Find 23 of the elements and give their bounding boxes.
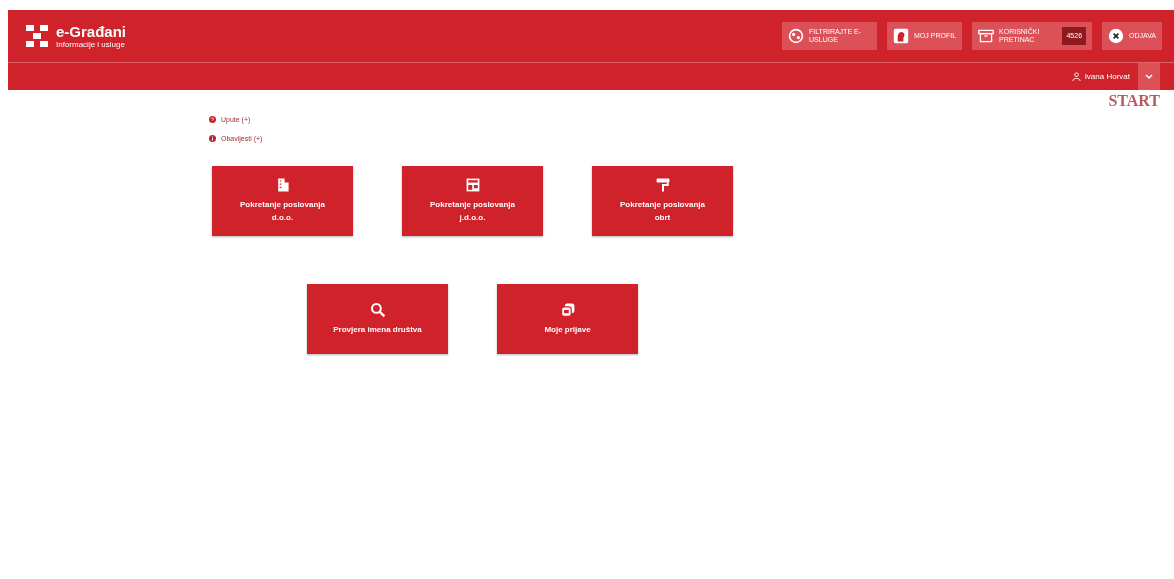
service-tile[interactable]: Provjera imena društva bbox=[307, 284, 448, 354]
service-tile[interactable]: Pokretanje poslovanja d.o.o. bbox=[212, 166, 353, 236]
info-icon bbox=[209, 135, 216, 142]
service-tile[interactable]: Pokretanje poslovanja obrt bbox=[592, 166, 733, 236]
logo-icon bbox=[26, 25, 48, 47]
archive-icon bbox=[978, 28, 995, 44]
shop-icon bbox=[464, 177, 481, 194]
service-tile[interactable]: Moje prijave bbox=[497, 284, 638, 354]
user-icon bbox=[1071, 72, 1081, 81]
globe-icon bbox=[788, 28, 804, 44]
page-title: START bbox=[1107, 92, 1161, 110]
close-icon bbox=[1108, 28, 1125, 44]
profile-icon bbox=[893, 28, 909, 44]
search-icon bbox=[369, 301, 386, 318]
documents-icon bbox=[559, 301, 576, 318]
dropdown-button[interactable] bbox=[1138, 63, 1160, 90]
service-tile[interactable]: Pokretanje poslovanja j.d.o.o. bbox=[402, 166, 543, 236]
paint-roller-icon bbox=[654, 177, 671, 194]
site-subtitle: Informacije i usluge bbox=[56, 40, 126, 49]
help-icon bbox=[209, 116, 216, 123]
site-title: e-Građani bbox=[56, 23, 127, 40]
chevron-down-icon bbox=[1145, 73, 1153, 80]
user-link[interactable]: Ivana Horvat bbox=[1071, 72, 1130, 81]
